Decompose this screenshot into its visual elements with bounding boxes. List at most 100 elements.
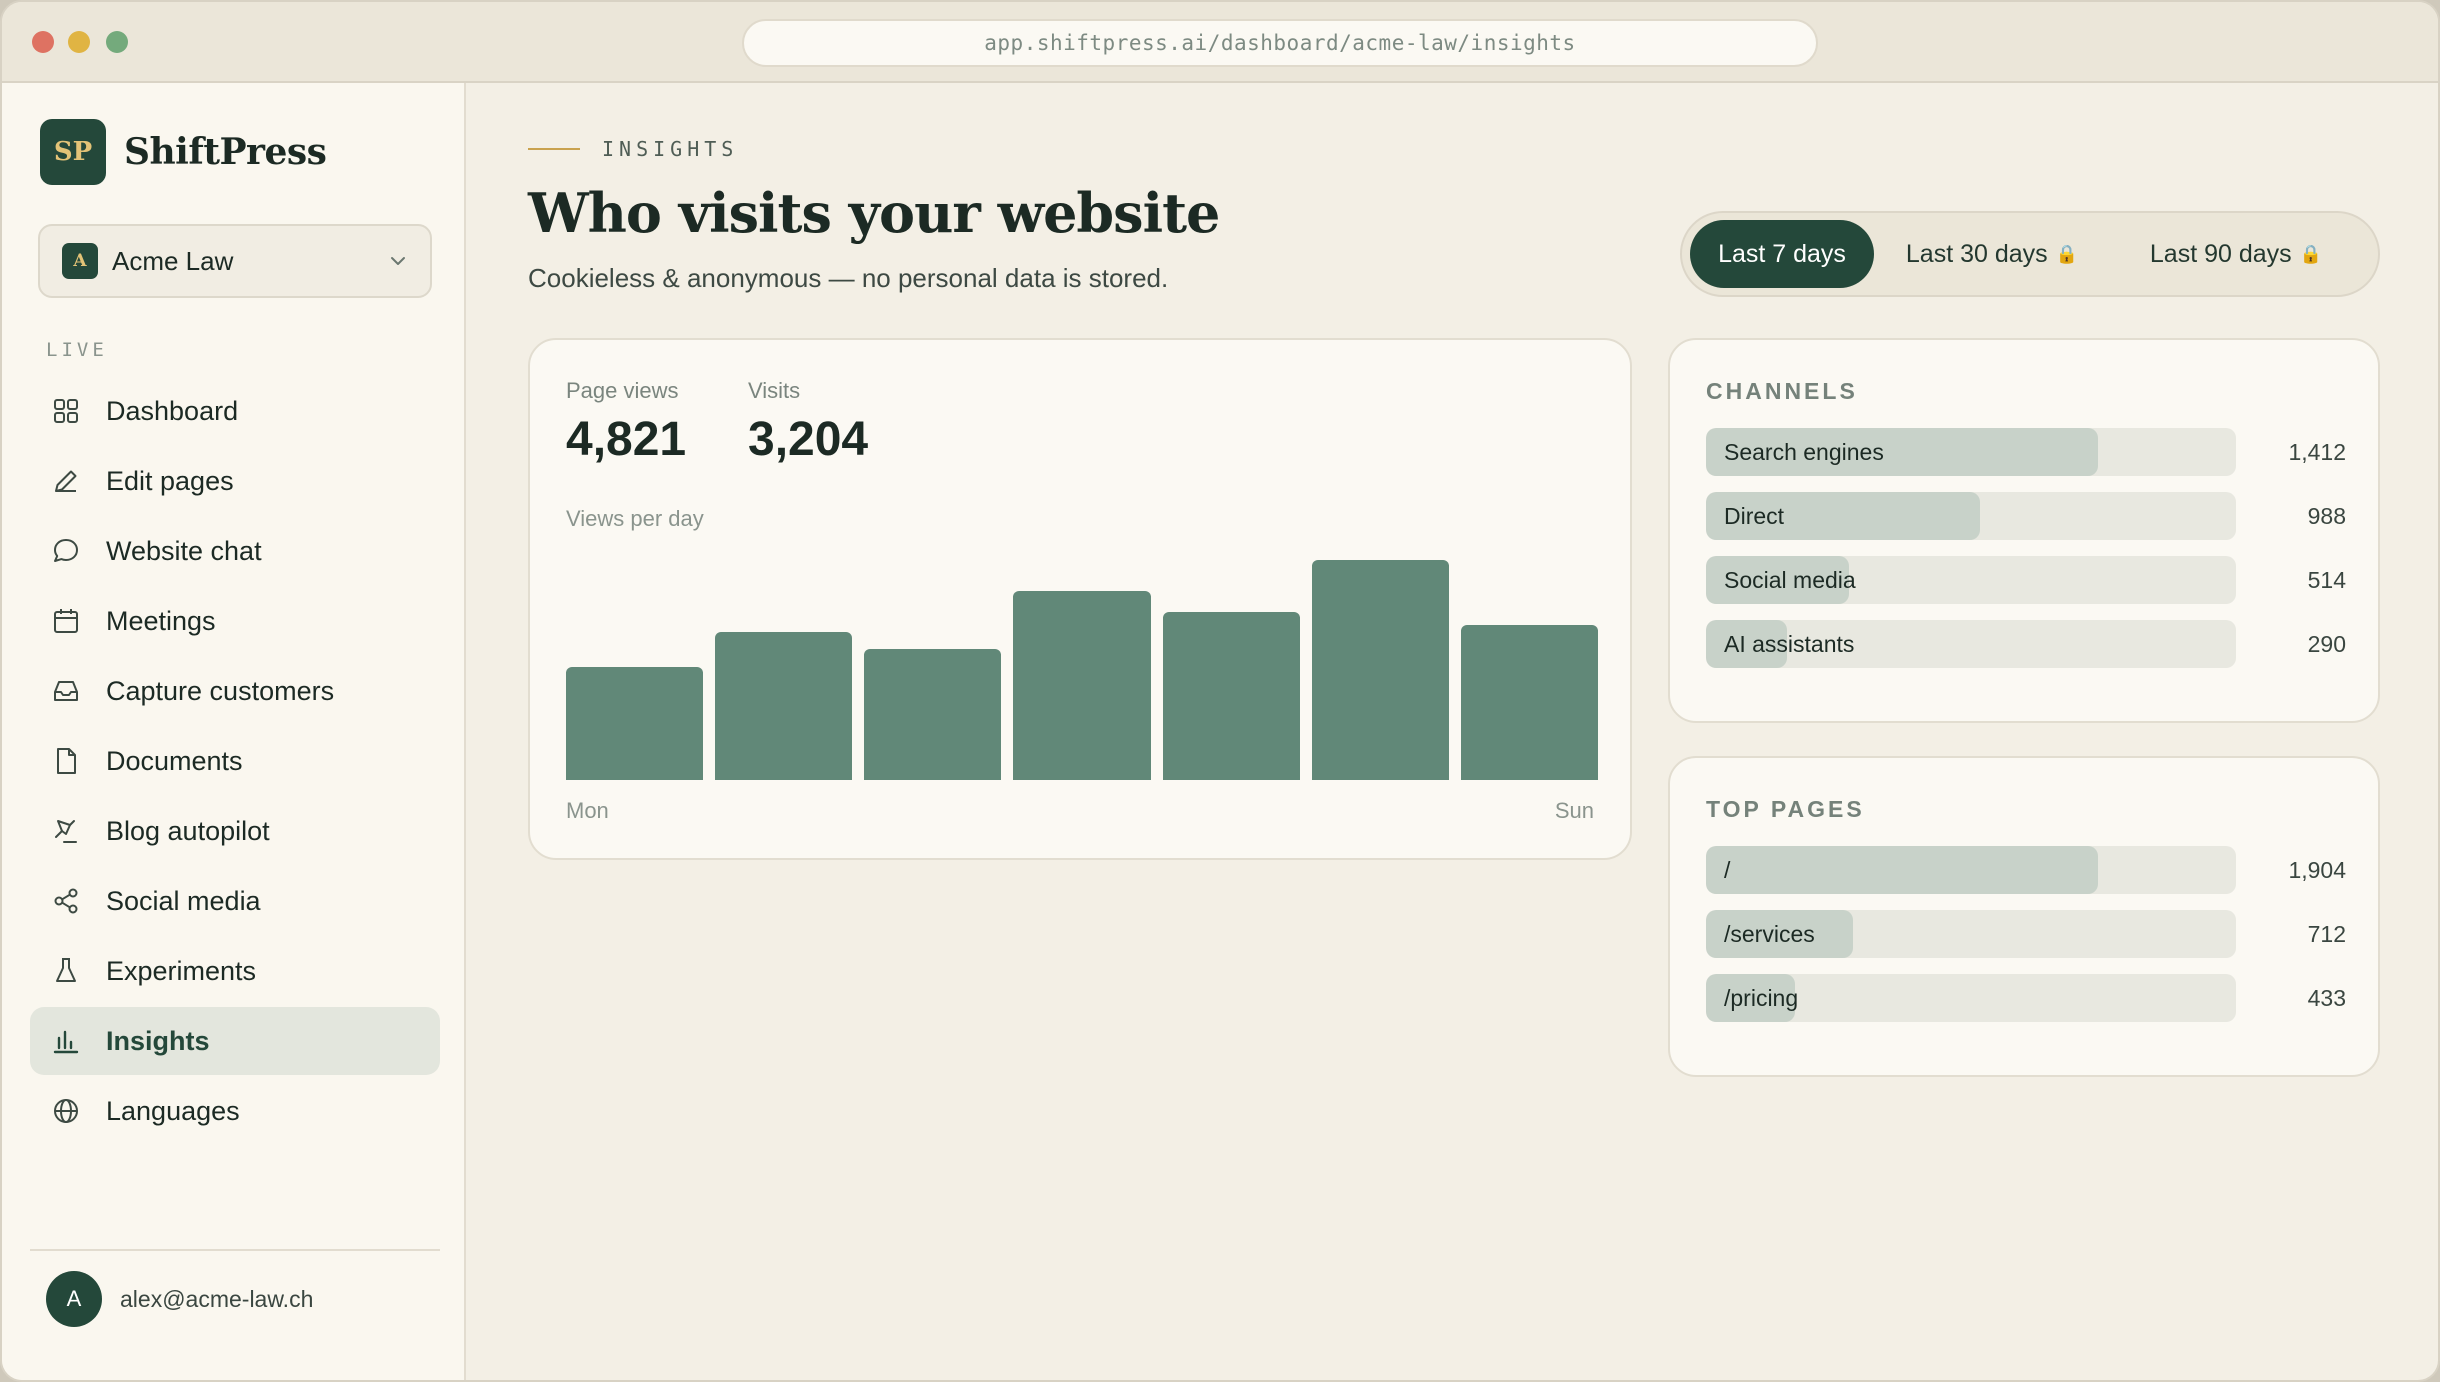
row-label: AI assistants [1724,631,1855,657]
channel-row[interactable]: Direct 988 [1706,492,2346,540]
page-views-value: 4,821 [566,413,687,466]
page-eyebrow: INSIGHTS [528,137,738,161]
row-label: Social media [1724,567,1856,593]
page-title: Who visits your website [528,181,1220,245]
sidebar-item-blog-autopilot[interactable]: Blog autopilot [30,797,440,865]
sidebar-item-label: Social media [106,885,261,916]
chevron-down-icon [391,257,405,265]
top-page-row[interactable]: / 1,904 [1706,846,2346,894]
x-tick-label-start: Mon [566,798,609,823]
channel-row[interactable]: Search engines 1,412 [1706,428,2346,476]
sidebar-item-label: Documents [106,745,243,776]
address-bar[interactable]: app.shiftpress.ai/dashboard/acme-law/ins… [742,19,1818,67]
eyebrow-text: INSIGHTS [602,137,739,161]
workspace-avatar: A [62,243,98,279]
channels-title: CHANNELS [1706,378,1858,404]
inbox-icon [54,681,78,701]
sidebar-item-dashboard[interactable]: Dashboard [30,377,440,445]
row-bar-track: Search engines [1706,428,2236,476]
row-count: 514 [2307,566,2346,593]
views-card: Page views 4,821 Visits 3,204 Views per … [528,338,1632,860]
row-label: /pricing [1724,985,1799,1011]
minimize-window-button[interactable] [68,31,90,53]
top-page-row[interactable]: /pricing 433 [1706,974,2346,1022]
user-account[interactable]: A alex@acme-law.ch [46,1271,313,1327]
sidebar-item-label: Languages [106,1095,240,1126]
address-bar-url: app.shiftpress.ai/dashboard/acme-law/ins… [984,31,1576,55]
row-bar-track: / [1706,846,2236,894]
brand[interactable]: SP ShiftPress [40,119,327,185]
row-bar-fill [1706,846,2099,894]
range-last-30-days-button[interactable]: Last 30 days 🔒 [1874,220,2110,288]
views-per-day-chart [566,540,1598,780]
chart-bar-tue [715,631,853,780]
sidebar-item-social-media[interactable]: Social media [30,867,440,935]
date-range-selector: Last 7 days Last 30 days 🔒 Last 90 days … [1680,211,2380,297]
channels-list: Search engines 1,412 Direct 988 Social media… [1706,428,2346,684]
chat-bubble-icon [54,539,78,562]
top-pages-card: TOP PAGES / 1,904/services 712/pricing 433 [1668,756,2380,1077]
pen-nib-icon [55,820,77,843]
channels-card: CHANNELS Search engines 1,412 Direct 988 Soc… [1668,338,2380,723]
page-subtitle: Cookieless & anonymous — no personal dat… [528,263,1169,293]
visits-stat: Visits 3,204 [748,378,868,467]
eyebrow-rule [528,148,580,150]
chart-bar-mon [566,666,704,780]
user-email: alex@acme-law.ch [120,1285,314,1312]
x-tick-label-end: Sun [1554,798,1594,823]
maximize-window-button[interactable] [106,31,128,53]
sidebar-item-label: Dashboard [106,395,239,426]
row-bar-track: /services [1706,910,2236,958]
avatar: A [46,1271,102,1327]
channel-row[interactable]: Social media 514 [1706,556,2346,604]
flask-icon [56,958,76,982]
sidebar-item-experiments[interactable]: Experiments [30,937,440,1005]
sidebar-item-label: Insights [106,1025,210,1056]
row-count: 988 [2307,502,2346,529]
lock-icon: 🔒 [2299,243,2323,264]
top-pages-title: TOP PAGES [1706,796,1865,822]
sidebar-item-meetings[interactable]: Meetings [30,587,440,655]
top-pages-list: / 1,904/services 712/pricing 433 [1706,846,2346,1038]
sidebar-item-edit-pages[interactable]: Edit pages [30,447,440,515]
workspace-name: Acme Law [112,245,234,276]
sidebar-item-website-chat[interactable]: Website chat [30,517,440,585]
row-count: 1,904 [2288,856,2346,883]
row-label: / [1724,857,1731,883]
range-label: Last 7 days [1718,239,1846,268]
visits-value: 3,204 [748,413,869,466]
workspace-selector[interactable]: A Acme Law [38,224,432,298]
sidebar-item-label: Website chat [106,535,262,566]
range-last-7-days-button[interactable]: Last 7 days [1690,220,1874,288]
chart-bar-fri [1162,612,1300,780]
range-last-90-days-button[interactable]: Last 90 days 🔒 [2110,220,2362,288]
row-count: 712 [2307,920,2346,947]
row-label: /services [1724,921,1815,947]
row-bar-track: Direct [1706,492,2236,540]
sidebar-item-languages[interactable]: Languages [30,1077,440,1145]
pencil-icon [55,470,77,492]
sidebar-item-insights[interactable]: Insights [30,1007,440,1075]
sidebar-item-label: Edit pages [106,465,234,496]
row-label: Search engines [1724,439,1884,465]
nav-section-label: LIVE [46,339,108,361]
globe-icon [54,1099,78,1123]
brand-logo: SP [40,119,106,185]
document-icon [57,748,76,774]
sidebar-divider [30,1249,440,1251]
sidebar-nav: Dashboard Edit pages Website chat Meetin… [30,377,440,1147]
sidebar-item-documents[interactable]: Documents [30,727,440,795]
chart-bar-wed [864,649,1002,780]
bar-chart-icon [53,1030,79,1054]
top-page-row[interactable]: /services 712 [1706,910,2346,958]
channel-row[interactable]: AI assistants 290 [1706,620,2346,668]
page-views-label: Page views [566,378,679,403]
close-window-button[interactable] [32,31,54,53]
calendar-icon [54,609,78,633]
sidebar-item-label: Experiments [106,955,257,986]
chart-title: Views per day [566,506,704,531]
sidebar-item-capture-customers[interactable]: Capture customers [30,657,440,725]
sidebar-item-label: Blog autopilot [106,815,270,846]
page-views-stat: Page views 4,821 [566,378,686,467]
row-count: 1,412 [2288,438,2346,465]
